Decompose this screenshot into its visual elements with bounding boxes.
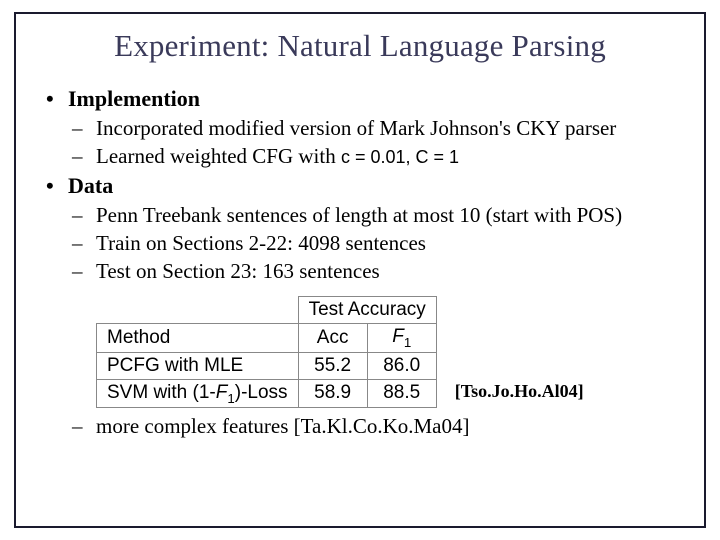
f1-letter: F <box>216 382 228 403</box>
empty-cell <box>97 296 299 323</box>
bullet-list: Implemention Incorporated modified versi… <box>46 86 674 286</box>
table-row: PCFG with MLE 55.2 86.0 <box>97 352 437 379</box>
method-suffix: )-Loss <box>235 382 288 403</box>
f1-letter: F <box>392 326 404 347</box>
acc-cell: 58.9 <box>298 379 367 408</box>
acc-cell: 55.2 <box>298 352 367 379</box>
col-header: Method <box>97 323 299 352</box>
col-header: Acc <box>298 323 367 352</box>
formula: c = 0.01, C = 1 <box>341 147 459 167</box>
table-row: Test Accuracy <box>97 296 437 323</box>
slide-frame: Experiment: Natural Language Parsing Imp… <box>14 12 706 528</box>
sub-bullet: Train on Sections 2-22: 4098 sentences <box>68 229 674 257</box>
bullet-implementation: Implemention Incorporated modified versi… <box>46 86 674 171</box>
citation: [Tso.Jo.Ho.Al04] <box>455 381 584 408</box>
bullet-label: Implemention <box>68 86 200 111</box>
f1-cell: 88.5 <box>367 379 436 408</box>
sub-bullet: Incorporated modified version of Mark Jo… <box>68 114 674 142</box>
table-row: SVM with (1-F1)-Loss 58.9 88.5 <box>97 379 437 408</box>
col-header: F1 <box>367 323 436 352</box>
method-prefix: SVM with (1- <box>107 382 216 403</box>
table-row: Method Acc F1 <box>97 323 437 352</box>
f1-sub: 1 <box>227 390 234 405</box>
sub-bullet-text: Learned weighted CFG with <box>96 144 341 168</box>
f1-sub: 1 <box>404 335 411 350</box>
header-group: Test Accuracy <box>298 296 436 323</box>
slide-title: Experiment: Natural Language Parsing <box>46 28 674 64</box>
sub-bullet: Penn Treebank sentences of length at mos… <box>68 201 674 229</box>
bullet-label: Data <box>68 173 113 198</box>
results-table: Test Accuracy Method Acc F1 PCFG with ML… <box>96 296 437 409</box>
sub-bullet: Test on Section 23: 163 sentences <box>68 257 674 285</box>
table-container: Test Accuracy Method Acc F1 PCFG with ML… <box>96 296 674 409</box>
method-cell: SVM with (1-F1)-Loss <box>97 379 299 408</box>
method-cell: PCFG with MLE <box>97 352 299 379</box>
footer-bullet: more complex features [Ta.Kl.Co.Ko.Ma04] <box>46 414 674 439</box>
bullet-data: Data Penn Treebank sentences of length a… <box>46 173 674 286</box>
sub-bullet: Learned weighted CFG with c = 0.01, C = … <box>68 142 674 170</box>
f1-cell: 86.0 <box>367 352 436 379</box>
